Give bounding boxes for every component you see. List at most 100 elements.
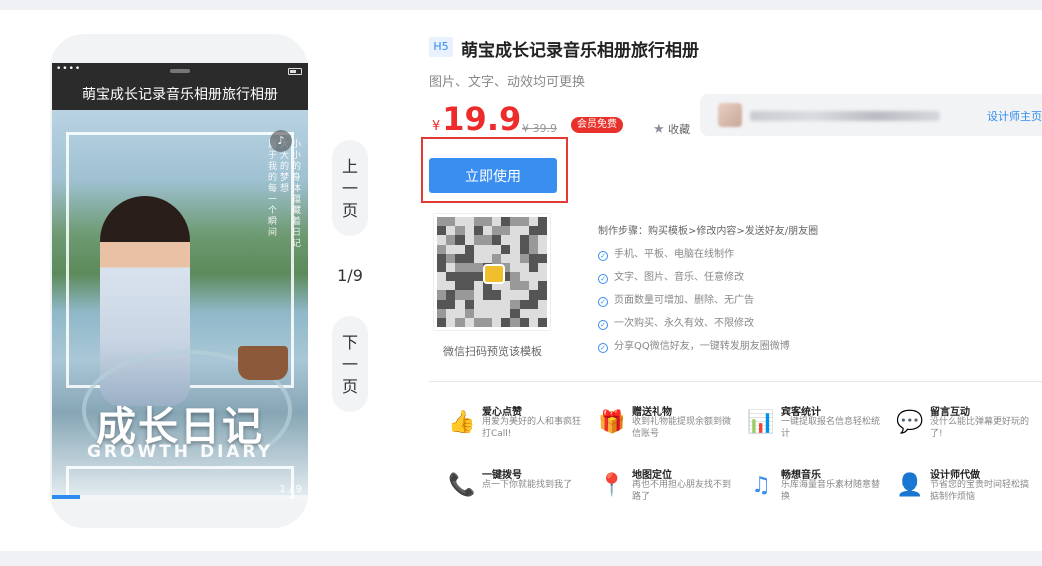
qr-module [528,235,538,245]
qr-module [482,235,492,245]
qr-module [510,281,520,291]
page-indicator: 1/9 [337,266,363,285]
qr-module [537,262,547,272]
feature-desc: 收到礼物能提现余额到微信账号 [632,417,732,439]
qr-module [437,281,447,291]
designer-avatar[interactable] [718,103,742,127]
next-label-char: 下 [341,333,358,352]
qr-module [501,308,511,318]
qr-module [501,244,511,254]
qr-module [528,308,538,318]
feature-dial[interactable]: 📞 一键拨号 点一下你就能找到我了 [448,466,588,510]
qr-module [446,226,456,236]
qr-module [446,308,456,318]
qr-module [501,299,511,309]
use-now-button[interactable]: 立即使用 [429,158,557,193]
feature-gifts[interactable]: 🎁 赠送礼物 收到礼物能提现余额到微信账号 [598,403,738,447]
qr-module [537,217,547,227]
qr-module [492,253,502,263]
qr-module [446,217,456,227]
currency-symbol: ¥ [432,119,441,134]
qr-module [482,226,492,236]
qr-module [446,272,456,282]
price: ¥19.9 [432,100,521,138]
designer-homepage-link[interactable]: 设计师主页 [987,108,1042,124]
next-label-char: 一 [341,355,358,374]
feature-check-text: 分享QQ微信好友，一键转发朋友圈微博 [614,341,790,352]
qr-module [473,244,483,254]
check-icon: ✓ [598,320,608,330]
feature-map[interactable]: 📍 地图定位 再也不用担心朋友找不到路了 [598,466,738,510]
qr-module [455,244,465,254]
phone-notch [170,69,190,73]
product-subtitle: 图片、文字、动效均可更换 [429,75,586,90]
qr-module [528,226,538,236]
qr-module [537,272,547,282]
star-icon: ★ [653,122,665,137]
feature-likes[interactable]: 👍 爱心点赞 用爱为美好的人和事疯狂打Call! [448,403,588,447]
qr-module [492,244,502,254]
qr-module [446,253,456,263]
qr-module [510,217,520,227]
qr-module [519,217,529,227]
qr-module [473,317,483,327]
qr-module [501,226,511,236]
check-icon: ✓ [598,297,608,307]
qr-module [501,290,511,300]
qr-module [510,226,520,236]
qr-module [473,226,483,236]
qr-module [519,299,529,309]
qr-module [437,226,447,236]
qr-module [501,217,511,227]
feature-desc: 节省您的宝贵时间轻松搞掂制作烦恼 [930,480,1030,502]
prev-page-button[interactable]: 上 一 页 [332,140,368,236]
preview-big-subtitle: GROWTH DIARY [86,442,274,462]
qr-module [446,317,456,327]
next-label-char: 页 [341,377,358,396]
favorite-label: 收藏 [668,123,691,136]
feature-music[interactable]: ♫ 畅想音乐 乐库海量音乐素材随意替换 [747,466,887,510]
qr-module [492,308,502,318]
favorite-button[interactable]: ★ 收藏 [653,121,690,137]
qr-module [464,226,474,236]
next-page-button[interactable]: 下 一 页 [332,316,368,412]
qr-module [537,299,547,309]
qr-module [519,317,529,327]
qr-module [519,308,529,318]
music-note-icon[interactable]: ♪ [270,130,292,152]
designer-bar: 设计师主页 [700,94,1042,136]
qr-module [537,308,547,318]
qr-module [537,281,547,291]
product-title: 萌宝成长记录音乐相册旅行相册 [461,41,699,61]
qr-module [519,281,529,291]
preview-page-counter: 1 / 9 [279,484,302,495]
qr-module [528,299,538,309]
qr-module [464,299,474,309]
feature-guest-stats[interactable]: 📊 宾客统计 一键提取报名信息轻松统计 [747,403,887,447]
designer-name-blurred [750,111,940,121]
qr-module [519,244,529,254]
qr-module [510,272,520,282]
qr-module [437,308,447,318]
qr-module [537,290,547,300]
qr-module [464,281,474,291]
qr-module [519,262,529,272]
feature-designer-service[interactable]: 👤 设计师代做 节省您的宝贵时间轻松搞掂制作烦恼 [896,466,1036,510]
feature-desc: 一键提取报名信息轻松统计 [781,417,881,439]
vertical-caption: 小小的身体蕴藏着日记 大大的梦想 属于我的每一个瞬间 [242,140,302,280]
designer-icon: 👤 [896,473,924,498]
thumbs-up-icon: 👍 [448,410,476,435]
preview-progress-bar [52,495,308,499]
qr-module [492,226,502,236]
qr-module [492,235,502,245]
qr-module [510,317,520,327]
feature-check-item: ✓ 文字、图片、音乐、任意修改 [598,268,744,284]
qr-module [528,244,538,254]
qr-module [473,290,483,300]
vip-free-badge: 会员免费 [571,117,623,133]
qr-module [437,290,447,300]
phone-screen[interactable]: •••• 萌宝成长记录音乐相册旅行相册 小小的身体蕴藏着日记 大大的梦想 属于我… [52,63,308,499]
qr-module [510,262,520,272]
preview-photo: 小小的身体蕴藏着日记 大大的梦想 属于我的每一个瞬间 ♪ 成长日记 GROWTH… [52,110,308,499]
feature-comments[interactable]: 💬 留言互动 没什么能比弹幕更好玩的了! [896,403,1036,447]
